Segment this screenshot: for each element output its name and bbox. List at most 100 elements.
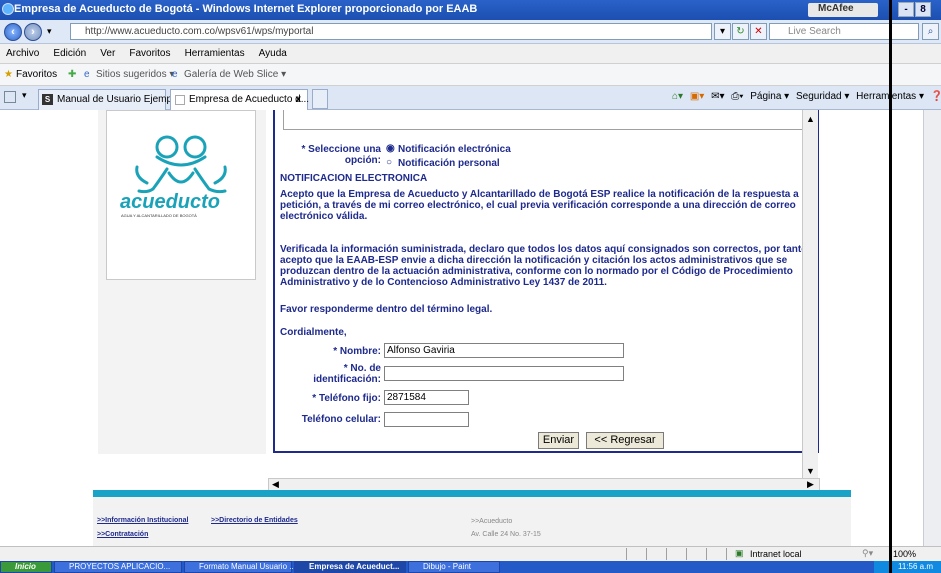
home-icon[interactable]: ⌂▾ (672, 91, 683, 102)
cell-input[interactable] (384, 412, 469, 427)
menu-edicion[interactable]: Edición (47, 44, 91, 59)
ie-page-icon: e (84, 69, 90, 80)
response-paragraph: Favor responderme dentro del término leg… (280, 304, 493, 315)
mcafee-badge[interactable]: McAfee (808, 3, 878, 17)
tab-label: Empresa de Acueducto d... (189, 94, 310, 105)
add-favorite-icon[interactable]: ✚ (68, 69, 76, 80)
select-label-line1: * Seleccione una (301, 144, 381, 155)
name-input[interactable]: Alfonso Gaviria (384, 343, 624, 358)
footer-link-directorio[interactable]: >>Directorio de Entidades (211, 517, 298, 524)
tab-list-icon[interactable]: ▾ (22, 90, 27, 101)
page-icon (175, 95, 185, 105)
annotation-line (889, 0, 892, 573)
star-icon: ★ (4, 69, 13, 80)
url-dropdown-icon[interactable]: ▾ (714, 23, 731, 40)
new-tab-button[interactable] (312, 89, 328, 109)
menu-herramientas[interactable]: Herramientas (179, 44, 250, 59)
title-bar: Empresa de Acueducto de Bogotá - Windows… (0, 0, 941, 20)
back-button[interactable]: << Regresar (586, 432, 664, 449)
back-icon[interactable]: ‹ (4, 23, 22, 41)
favorites-bar: ★ Favoritos ✚ e Sitios sugeridos ▾ e Gal… (0, 64, 941, 86)
print-icon[interactable]: ⎙▾ (731, 91, 743, 102)
section-title: NOTIFICACION ELECTRONICA (280, 173, 428, 184)
quick-tabs-icon[interactable] (4, 91, 16, 103)
taskbar-item-paint[interactable]: Dibujo - Paint (408, 561, 500, 573)
scroll-right-icon[interactable]: ▶ (807, 479, 814, 490)
cell-label: Teléfono celular: (301, 414, 381, 425)
id-input[interactable] (384, 366, 624, 381)
footer-link-acueducto[interactable]: >>Acueducto (471, 518, 512, 525)
status-bar: ▣ Intranet local ⚲▾ 100% (0, 546, 941, 561)
intranet-icon: ▣ (735, 548, 744, 558)
forward-icon[interactable]: › (24, 23, 42, 41)
logo-text: acueducto (120, 191, 221, 213)
previous-textarea[interactable]: ▾ (283, 110, 813, 130)
suggested-sites-link[interactable]: Sitios sugeridos ▾ (96, 69, 174, 80)
radio-electronic-label: Notificación electrónica (398, 144, 511, 155)
id-label-line1: * No. de (343, 363, 381, 374)
start-button[interactable]: Inicio (0, 561, 52, 573)
taskbar-item-proyectos[interactable]: PROYECTOS APLICACIO... (54, 561, 182, 573)
ie-icon (2, 3, 14, 15)
help-icon[interactable]: ❓▾ (931, 91, 941, 102)
mail-icon[interactable]: ✉▾ (711, 91, 724, 102)
menu-archivo[interactable]: Archivo (0, 44, 44, 59)
radio-personal[interactable]: ○ (386, 157, 392, 168)
security-menu[interactable]: Seguridad ▾ (796, 91, 849, 102)
close-tab-icon[interactable]: x (295, 94, 301, 105)
web-slice-gallery-link[interactable]: Galería de Web Slice ▾ (184, 69, 286, 80)
scroll-down-icon[interactable]: ▼ (806, 466, 815, 476)
favorites-button[interactable]: Favoritos (16, 69, 57, 80)
name-label: * Nombre: (333, 346, 381, 357)
id-label: * No. de identificación: (295, 363, 381, 385)
protected-mode-icon[interactable]: ⚲▾ (862, 548, 873, 559)
site-icon: S (42, 94, 53, 105)
closing-text: Cordialmente, (280, 327, 347, 338)
search-icon[interactable]: ⌕ (922, 23, 939, 40)
history-dropdown-icon[interactable]: ▾ (47, 26, 52, 37)
status-divider (646, 548, 647, 560)
menu-bar: Archivo Edición Ver Favoritos Herramient… (0, 44, 941, 64)
page-footer: >>Información Institucional >>Directorio… (93, 497, 851, 546)
id-label-line2: identificación: (313, 374, 381, 385)
phone-input[interactable]: 2871584 (384, 390, 469, 405)
select-label-line2: opción: (344, 155, 381, 166)
radio-personal-label: Notificación personal (398, 158, 500, 169)
radio-electronic[interactable]: ◉ (386, 143, 395, 154)
footer-link-contratacion[interactable]: >>Contratación (97, 531, 148, 538)
logo-subtitle: AGUA Y ALCANTARILLADO DE BOGOTÁ (121, 213, 197, 218)
footer-link-institucional[interactable]: >>Información Institucional (97, 517, 188, 524)
send-button[interactable]: Enviar (538, 432, 579, 449)
ie-page-icon: e (172, 69, 178, 80)
feeds-icon[interactable]: ▣▾ (690, 91, 704, 102)
zone-label: Intranet local (750, 549, 802, 559)
window-title: Empresa de Acueducto de Bogotá - Windows… (14, 3, 478, 15)
refresh-icon[interactable]: ↻ (732, 23, 749, 40)
menu-ver[interactable]: Ver (94, 44, 120, 59)
tab-empresa-acueducto[interactable]: Empresa de Acueducto d... x (170, 89, 310, 110)
taskbar: Inicio PROYECTOS APLICACIO... Formato Ma… (0, 561, 941, 573)
maximize-button[interactable]: 8 (915, 2, 931, 17)
minimize-button[interactable]: - (898, 2, 914, 17)
status-divider (686, 548, 687, 560)
acceptance-paragraph: Acepto que la Empresa de Acueducto y Alc… (280, 189, 814, 222)
url-input[interactable]: http://www.acueducto.com.co/wpsv61/wps/m… (70, 23, 712, 40)
footer-address: Av. Calle 24 No. 37-15 (471, 531, 541, 538)
tab-manual-usuario[interactable]: S Manual de Usuario Ejemplo (38, 89, 180, 110)
declaration-paragraph: Verificada la información suministrada, … (280, 244, 808, 288)
taskbar-item-empresa[interactable]: Empresa de Acueduct... (294, 561, 406, 573)
status-divider (726, 548, 727, 560)
page-vertical-scrollbar[interactable] (923, 110, 941, 546)
menu-favoritos[interactable]: Favoritos (123, 44, 175, 59)
inner-vertical-scrollbar[interactable]: ▲ ▼ (802, 110, 818, 490)
page-menu[interactable]: Página ▾ (750, 91, 789, 102)
scroll-left-icon[interactable]: ◀ (272, 479, 279, 490)
taskbar-item-formato[interactable]: Formato Manual Usuario ... (184, 561, 296, 573)
menu-ayuda[interactable]: Ayuda (253, 44, 292, 59)
zoom-level[interactable]: 100% (893, 549, 916, 559)
select-label: * Seleccione una opción: (289, 144, 381, 166)
tab-label: Manual de Usuario Ejemplo (57, 94, 180, 105)
search-input[interactable]: Live Search (769, 23, 919, 40)
stop-icon[interactable]: ✕ (750, 23, 767, 40)
scroll-up-icon[interactable]: ▲ (806, 114, 815, 124)
